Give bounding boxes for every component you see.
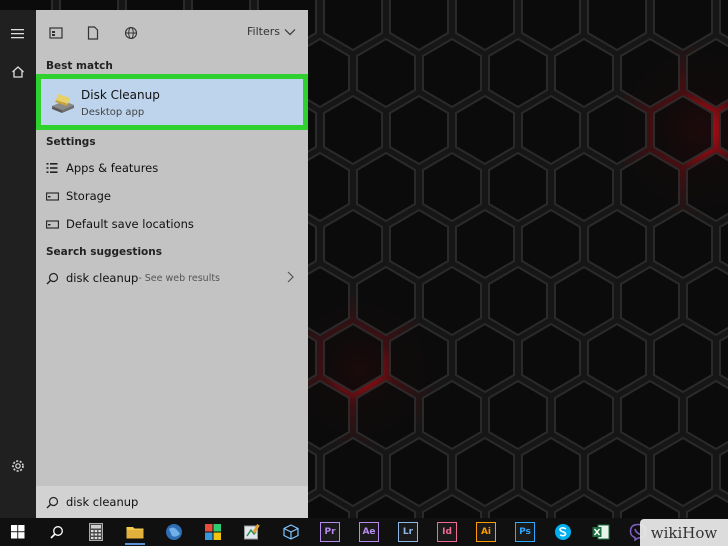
settings-item-default-save-locations[interactable]: Default save locations xyxy=(36,211,308,237)
suggestion-suffix: - See web results xyxy=(138,272,221,284)
indesign-icon[interactable]: Id xyxy=(437,522,457,542)
wikihow-watermark: wikiHow xyxy=(640,519,728,546)
windows-start-icon[interactable] xyxy=(8,522,28,542)
suggestion-query: disk cleanup xyxy=(66,271,139,285)
chevron-down-icon xyxy=(284,28,296,35)
web-filter-icon[interactable] xyxy=(121,23,141,43)
app-icon-label: Ai xyxy=(480,527,492,537)
after-effects-icon[interactable]: Ae xyxy=(359,522,379,542)
documents-filter-icon[interactable] xyxy=(83,23,103,43)
search-icon xyxy=(36,496,66,509)
settings-item-label: Apps & features xyxy=(66,161,159,175)
windows-media-icon[interactable] xyxy=(203,522,223,542)
skype-icon[interactable] xyxy=(553,522,573,542)
running-indicator xyxy=(125,543,145,545)
filters-dropdown[interactable]: Filters xyxy=(247,25,296,38)
home-icon[interactable] xyxy=(0,60,36,84)
search-suggestions-heading: Search suggestions xyxy=(46,246,162,258)
chevron-right-icon xyxy=(287,271,294,287)
search-icon xyxy=(36,272,66,285)
hamburger-menu-icon[interactable] xyxy=(0,22,36,46)
best-match-title: Disk Cleanup xyxy=(81,88,160,102)
best-match-heading: Best match xyxy=(46,60,113,72)
lightroom-icon[interactable]: Lr xyxy=(398,522,418,542)
search-results-panel: Filters Best match Disk Cleanup Desktop … xyxy=(36,10,308,518)
settings-heading: Settings xyxy=(46,136,96,148)
browser-globe-icon[interactable] xyxy=(164,522,184,542)
excel-icon[interactable] xyxy=(591,522,611,542)
settings-item-storage[interactable]: Storage xyxy=(36,183,308,209)
storage-icon xyxy=(36,219,66,229)
search-box[interactable]: disk cleanup xyxy=(36,486,308,518)
filter-bar: Filters xyxy=(36,10,308,56)
settings-item-label: Storage xyxy=(66,189,111,203)
disk-cleanup-icon xyxy=(50,91,76,115)
illustrator-icon[interactable]: Ai xyxy=(476,522,496,542)
calculator-icon[interactable] xyxy=(86,522,106,542)
list-icon xyxy=(36,162,66,174)
app-icon-label: Ae xyxy=(362,527,376,537)
taskbar-search-icon[interactable] xyxy=(47,522,67,542)
taskbar: Pr Ae Lr Id Ai Ps xyxy=(0,518,728,546)
photoshop-icon[interactable]: Ps xyxy=(515,522,535,542)
premiere-pro-icon[interactable]: Pr xyxy=(320,522,340,542)
apps-filter-icon[interactable] xyxy=(46,23,66,43)
search-input-value: disk cleanup xyxy=(66,495,139,509)
best-match-result[interactable]: Disk Cleanup Desktop app xyxy=(36,74,308,130)
start-left-rail xyxy=(0,10,36,518)
app-icon-label: Lr xyxy=(402,527,414,537)
settings-gear-icon[interactable] xyxy=(0,454,36,478)
settings-item-apps-features[interactable]: Apps & features xyxy=(36,155,308,181)
app-icon-label: Id xyxy=(442,527,452,537)
3d-box-icon[interactable] xyxy=(281,522,301,542)
settings-item-label: Default save locations xyxy=(66,217,194,231)
paint-app-icon[interactable] xyxy=(242,522,262,542)
app-icon-label: Ps xyxy=(519,527,531,537)
filters-label: Filters xyxy=(247,25,280,38)
app-icon-label: Pr xyxy=(324,527,336,537)
best-match-subtitle: Desktop app xyxy=(81,107,145,118)
web-suggestion-item[interactable]: disk cleanup - See web results xyxy=(36,265,308,291)
file-explorer-icon[interactable] xyxy=(125,522,145,542)
storage-icon xyxy=(36,191,66,201)
